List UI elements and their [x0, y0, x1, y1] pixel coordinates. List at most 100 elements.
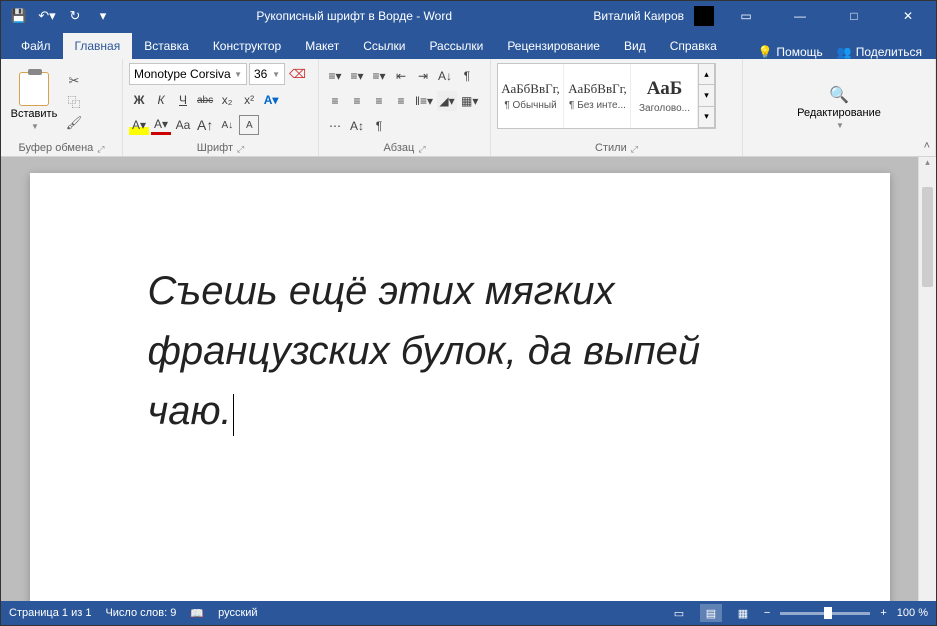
maximize-icon[interactable]: □: [832, 1, 876, 31]
styles-scroll-up-icon[interactable]: ▴: [698, 63, 715, 85]
style-heading1[interactable]: АаБ Заголово...: [632, 64, 698, 128]
tab-references[interactable]: Ссылки: [351, 33, 417, 59]
scroll-up-icon[interactable]: ▴: [919, 157, 936, 171]
paragraph-extra1-icon[interactable]: ⋯: [325, 116, 345, 136]
window-title: Рукописный шрифт в Ворде - Word: [115, 9, 593, 23]
copy-icon[interactable]: ⿻: [65, 93, 83, 111]
highlight-icon[interactable]: A▾: [129, 115, 149, 135]
user-name[interactable]: Виталий Каиров: [593, 9, 684, 23]
read-mode-icon[interactable]: ▭: [668, 604, 690, 622]
close-icon[interactable]: ✕: [886, 1, 930, 31]
tab-view[interactable]: Вид: [612, 33, 658, 59]
tab-mailings[interactable]: Рассылки: [417, 33, 495, 59]
status-word-count[interactable]: Число слов: 9: [105, 607, 176, 619]
grow-font-icon[interactable]: A↑: [195, 115, 215, 135]
italic-button[interactable]: К: [151, 90, 171, 110]
subscript-button[interactable]: x₂: [217, 90, 237, 110]
style-no-spacing[interactable]: АаБбВвГг, ¶ Без инте...: [565, 64, 631, 128]
cut-icon[interactable]: ✂: [65, 72, 83, 90]
tab-design[interactable]: Конструктор: [201, 33, 293, 59]
share-button[interactable]: 👥 Поделиться: [837, 45, 922, 59]
numbering-icon[interactable]: ≡▾: [347, 66, 367, 86]
line-spacing-icon[interactable]: ‖≡▾: [413, 91, 435, 111]
bullets-icon[interactable]: ≡▾: [325, 66, 345, 86]
tab-layout[interactable]: Макет: [293, 33, 351, 59]
clear-formatting-icon[interactable]: ⌫: [287, 64, 308, 84]
status-page[interactable]: Страница 1 из 1: [9, 607, 91, 619]
paragraph-group-label: Абзац: [383, 142, 414, 154]
paste-button[interactable]: Вставить ▼: [7, 63, 61, 140]
ribbon-display-options-icon[interactable]: ▭: [724, 1, 768, 31]
document-page[interactable]: Съешь ещё этих мягких французских булок,…: [30, 173, 890, 601]
sort-az-icon[interactable]: A↕: [347, 116, 367, 136]
strike-button[interactable]: abc: [195, 90, 215, 110]
vertical-scrollbar[interactable]: ▴: [918, 157, 936, 601]
undo-icon[interactable]: ↶▾: [35, 4, 59, 28]
styles-launcher-icon[interactable]: ⤢: [631, 144, 638, 155]
font-launcher-icon[interactable]: ⤢: [237, 144, 244, 155]
tab-help[interactable]: Справка: [658, 33, 729, 59]
zoom-out-icon[interactable]: −: [764, 607, 770, 619]
borders-icon[interactable]: ▦▾: [459, 91, 480, 111]
shrink-font-icon[interactable]: A↓: [217, 115, 237, 135]
bold-button[interactable]: Ж: [129, 90, 149, 110]
font-size-value: 36: [254, 67, 267, 81]
clipboard-icon: [19, 72, 49, 106]
styles-expand-icon[interactable]: ▾: [698, 106, 715, 128]
increase-indent-icon[interactable]: ⇥: [413, 66, 433, 86]
web-layout-icon[interactable]: ▦: [732, 604, 754, 622]
search-icon: 🔍: [829, 85, 849, 105]
spellcheck-icon[interactable]: 📖: [190, 607, 204, 620]
clipboard-group-label: Буфер обмена: [19, 142, 94, 154]
tab-file[interactable]: Файл: [9, 33, 63, 59]
editing-button[interactable]: 🔍 Редактирование ▼: [789, 63, 889, 152]
redo-icon[interactable]: ↻: [63, 4, 87, 28]
tab-home[interactable]: Главная: [63, 33, 133, 59]
zoom-knob[interactable]: [824, 607, 832, 619]
scroll-thumb[interactable]: [922, 187, 933, 287]
show-marks-icon[interactable]: ¶: [457, 66, 477, 86]
avatar[interactable]: [694, 6, 714, 26]
styles-scroll-down-icon[interactable]: ▾: [698, 84, 715, 106]
font-color-icon[interactable]: A▾: [151, 115, 171, 135]
tell-me[interactable]: 💡 Помощь: [757, 45, 822, 59]
shading-icon[interactable]: ◢▾: [437, 91, 457, 111]
tab-review[interactable]: Рецензирование: [495, 33, 612, 59]
collapse-ribbon-icon[interactable]: ˄: [924, 140, 930, 152]
save-icon[interactable]: 💾: [7, 4, 31, 28]
sort-icon[interactable]: A↓: [435, 66, 455, 86]
font-name-input[interactable]: Monotype Corsiva▼: [129, 63, 247, 85]
tab-insert[interactable]: Вставка: [132, 33, 201, 59]
style-name: Заголово...: [634, 103, 695, 114]
style-name: ¶ Без инте...: [567, 100, 628, 111]
change-case-button[interactable]: Aa: [173, 115, 193, 135]
document-text[interactable]: Съешь ещё этих мягких французских булок,…: [148, 261, 772, 441]
justify-icon[interactable]: ≡: [391, 91, 411, 111]
qat-customize-icon[interactable]: ▾: [91, 4, 115, 28]
zoom-slider[interactable]: [780, 612, 870, 615]
styles-gallery[interactable]: АаБбВвГг, ¶ Обычный АаБбВвГг, ¶ Без инте…: [497, 63, 716, 129]
zoom-in-icon[interactable]: +: [880, 607, 886, 619]
decrease-indent-icon[interactable]: ⇤: [391, 66, 411, 86]
text-effects-icon[interactable]: A▾: [261, 90, 281, 110]
align-center-icon[interactable]: ≡: [347, 91, 367, 111]
font-size-input[interactable]: 36▼: [249, 63, 285, 85]
align-left-icon[interactable]: ≡: [325, 91, 345, 111]
multilevel-list-icon[interactable]: ≡▾: [369, 66, 389, 86]
align-right-icon[interactable]: ≡: [369, 91, 389, 111]
zoom-level[interactable]: 100 %: [897, 607, 928, 619]
format-painter-icon[interactable]: 🖌: [65, 114, 83, 132]
status-language[interactable]: русский: [218, 607, 257, 619]
character-border-icon[interactable]: A: [239, 115, 259, 135]
share-label: Поделиться: [856, 45, 922, 59]
underline-button[interactable]: Ч: [173, 90, 193, 110]
print-layout-icon[interactable]: ▤: [700, 604, 722, 622]
style-preview: АаБбВвГг,: [568, 81, 627, 97]
minimize-icon[interactable]: —: [778, 1, 822, 31]
clipboard-launcher-icon[interactable]: ⤢: [97, 144, 104, 155]
tell-me-label: Помощь: [776, 45, 822, 59]
style-normal[interactable]: АаБбВвГг, ¶ Обычный: [498, 64, 564, 128]
pilcrow-icon[interactable]: ¶: [369, 116, 389, 136]
paragraph-launcher-icon[interactable]: ⤢: [418, 144, 425, 155]
superscript-button[interactable]: x²: [239, 90, 259, 110]
